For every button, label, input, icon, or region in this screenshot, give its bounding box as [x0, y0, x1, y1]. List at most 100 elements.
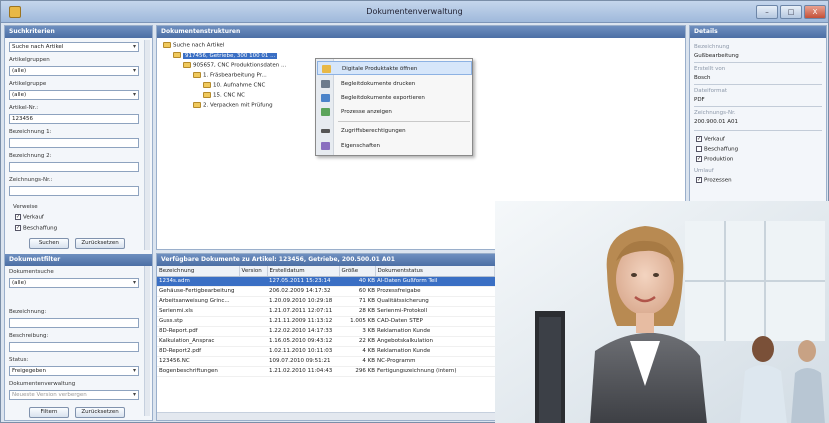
- table-cell: [239, 356, 267, 367]
- table-row[interactable]: Guss.stp 1.21.11.2009 11:13:12 1.005 KB CAD…: [157, 316, 495, 327]
- menu-item-properties[interactable]: Eigenschaften: [317, 139, 472, 153]
- search-reset-button[interactable]: Zurücksetzen: [75, 238, 125, 249]
- table-cell: 206.02.2009 14:17:32: [267, 286, 339, 297]
- close-button[interactable]: X: [804, 5, 826, 19]
- search-panel-header: Suchkriterien: [5, 26, 152, 38]
- table-cell: 60 KB: [339, 286, 375, 297]
- column-header[interactable]: Bezeichnung: [157, 266, 240, 277]
- artikelgruppe-select[interactable]: (alle): [9, 90, 139, 100]
- table-cell: 1234s.adm: [157, 276, 239, 287]
- detail-beschaffung-checkbox[interactable]: Beschaffung: [696, 146, 738, 153]
- table-cell: 28 KB: [339, 306, 375, 317]
- table-row[interactable]: Gehäuse-Fertigbearbeitung 206.02.2009 14:…: [157, 286, 495, 297]
- tree-node[interactable]: 2. Verpacken mit Prüfung: [193, 102, 273, 109]
- detail-prozessen-checkbox[interactable]: ✓ Prozessen: [696, 177, 732, 184]
- table-cell: 1.21.07.2011 12:07:11: [267, 306, 339, 317]
- tree-node[interactable]: 15. CNC NC: [203, 92, 245, 99]
- tree-node-selected[interactable]: 917456, Getriebe, 300 100 01 ...: [173, 52, 278, 59]
- bezeichnung2-label: Bezeichnung 2:: [9, 153, 52, 159]
- menu-item-export-documents[interactable]: Begleitdokumente exportieren: [317, 91, 472, 105]
- table-cell: 296 KB: [339, 366, 375, 377]
- table-row-selected[interactable]: 1234s.adm 127.05.2011 15:23:14 40 KB Al-Dat…: [157, 276, 495, 287]
- column-header[interactable]: Version: [239, 266, 268, 277]
- table-cell: 1.21.02.2010 11:04:43: [267, 366, 339, 377]
- grid-panel-header: Verfügbare Dokumente zu Artikel: 123456,…: [157, 254, 495, 266]
- table-cell: Bogenbeschriftungen: [157, 366, 239, 377]
- table-row[interactable]: 123456.NC 109.07.2010 09:51:21 4 KB NC-Prog…: [157, 356, 495, 367]
- search-button[interactable]: Suchen: [29, 238, 69, 249]
- table-cell: [239, 276, 267, 287]
- artikelnr-input[interactable]: 123456: [9, 114, 139, 124]
- menu-item-open-product-file[interactable]: Digitale Produktakte öffnen: [317, 61, 472, 75]
- detail-value: Gußbearbeitung: [694, 53, 739, 59]
- filter-reset-button[interactable]: Zurücksetzen: [75, 407, 125, 418]
- table-cell: Kalkulation_Ansprac: [157, 336, 239, 347]
- filter-panel-scrollbar[interactable]: [144, 266, 150, 416]
- table-cell: 3 KB: [339, 326, 375, 337]
- table-cell: Guss.stp: [157, 316, 239, 327]
- folder-icon: [322, 65, 331, 73]
- table-cell: 4 KB: [339, 346, 375, 357]
- table-cell: 8D-Report.pdf: [157, 326, 239, 337]
- dokumentenverwaltung-label: Dokumentenverwaltung: [9, 381, 76, 387]
- tree-node[interactable]: 1. Fräsbearbeitung Pr...: [193, 72, 267, 79]
- dokumentsuche-select[interactable]: (alle): [9, 278, 139, 288]
- table-row[interactable]: 8D-Report.pdf 1.22.02.2010 14:17:33 3 KB Re…: [157, 326, 495, 337]
- table-cell: [239, 346, 267, 357]
- search-type-select[interactable]: Suche nach Artikel: [9, 42, 139, 52]
- search-panel-scrollbar[interactable]: [144, 40, 150, 250]
- artikelgruppen-select[interactable]: (alle): [9, 66, 139, 76]
- table-cell: Reklamation Kunde: [375, 326, 495, 337]
- column-header[interactable]: Erstelldatum: [267, 266, 340, 277]
- properties-icon: [321, 142, 330, 150]
- table-cell: [239, 306, 267, 317]
- table-cell: [239, 286, 267, 297]
- table-cell: Serienmi-Protokoll: [375, 306, 495, 317]
- folder-icon: [163, 42, 171, 48]
- table-cell: Angebotskalkulation: [375, 336, 495, 347]
- check-icon: ✓: [696, 156, 702, 162]
- beschaffung-checkbox[interactable]: ✓ Beschaffung: [15, 225, 57, 232]
- table-cell: 71 KB: [339, 296, 375, 307]
- table-cell: 1.21.11.2009 11:13:12: [267, 316, 339, 327]
- tree-node[interactable]: 10. Aufnahme CNC: [203, 82, 265, 89]
- window-title: Dokumentenverwaltung: [366, 7, 463, 16]
- detail-verkauf-checkbox[interactable]: ✓ Verkauf: [696, 136, 725, 143]
- grid-horizontal-scrollbar[interactable]: [157, 412, 495, 420]
- table-cell: Serienmi.xls: [157, 306, 239, 317]
- bezeichnung-input[interactable]: [9, 318, 139, 328]
- table-row[interactable]: Kalkulation_Ansprac 1.16.05.2010 09:43:12…: [157, 336, 495, 347]
- table-row[interactable]: Bogenbeschriftungen 1.21.02.2010 11:04:43…: [157, 366, 495, 377]
- beschreibung-input[interactable]: [9, 342, 139, 352]
- tree-node[interactable]: 905657, CNC Produktionsdaten ...: [183, 62, 286, 69]
- filter-button[interactable]: Filtern: [29, 407, 69, 418]
- table-cell: 123456.NC: [157, 356, 239, 367]
- bezeichnung1-input[interactable]: [9, 138, 139, 148]
- check-icon: ✓: [15, 225, 21, 231]
- tree-node[interactable]: Suche nach Artikel: [163, 42, 224, 49]
- menu-item-print-documents[interactable]: Begleitdokumente drucken: [317, 77, 472, 91]
- table-cell: 8D-Report2.pdf: [157, 346, 239, 357]
- table-row[interactable]: Arbeitsanweisung Grinc... 1.20.09.2010 10…: [157, 296, 495, 307]
- menu-item-access-rights[interactable]: Zugriffsberechtigungen: [317, 124, 472, 138]
- menu-item-show-processes[interactable]: Prozesse anzeigen: [317, 105, 472, 119]
- status-select[interactable]: Freigegeben: [9, 366, 139, 376]
- column-header[interactable]: Größe: [339, 266, 376, 277]
- check-icon: ✓: [696, 136, 702, 142]
- version-option-select[interactable]: Neueste Version verbergen: [9, 390, 139, 400]
- table-row[interactable]: Serienmi.xls 1.21.07.2011 12:07:11 28 KB Se…: [157, 306, 495, 317]
- left-column: Suchkriterien Suche nach Artikel Artikel…: [4, 25, 153, 421]
- bezeichnung2-input[interactable]: [9, 162, 139, 172]
- document-filter-panel: Dokumentfilter: [5, 254, 152, 266]
- minimize-button[interactable]: –: [756, 5, 778, 19]
- key-icon: [321, 129, 330, 133]
- detail-produktion-checkbox[interactable]: ✓ Produktion: [696, 156, 733, 163]
- table-cell: 109.07.2010 09:51:21: [267, 356, 339, 367]
- check-icon: ✓: [15, 214, 21, 220]
- table-row[interactable]: 8D-Report2.pdf 1.02.11.2010 10:11:03 4 KB R…: [157, 346, 495, 357]
- title-bar: Dokumentenverwaltung – □ X: [1, 1, 828, 23]
- zeichnungsnr-input[interactable]: [9, 186, 139, 196]
- verkauf-checkbox[interactable]: ✓ Verkauf: [15, 214, 44, 221]
- column-header[interactable]: Dokumentstatus: [375, 266, 495, 277]
- maximize-button[interactable]: □: [780, 5, 802, 19]
